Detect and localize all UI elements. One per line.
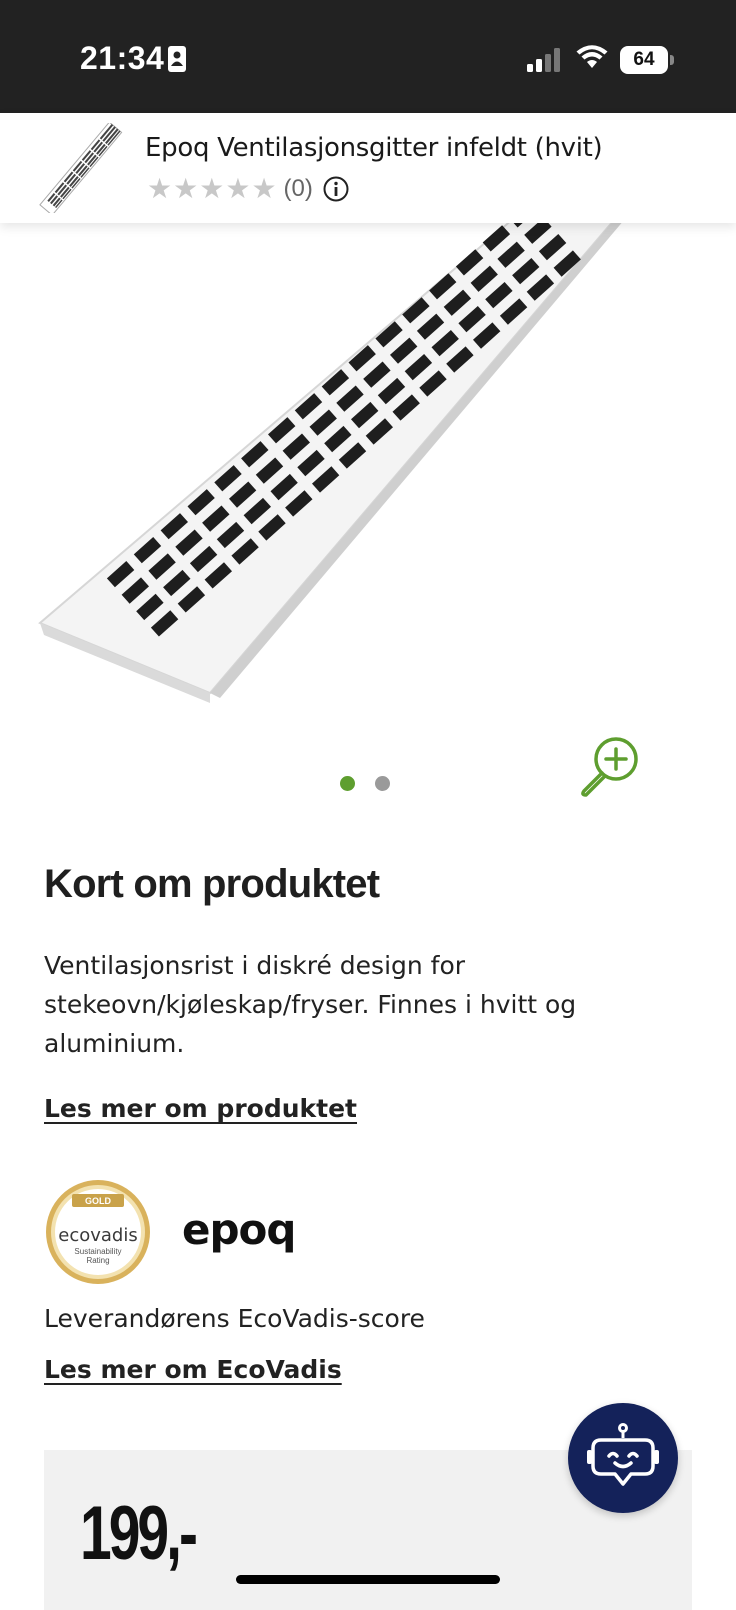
sticky-product-header: Epoq Ventilasjonsgitter infeldt (hvit) ★… bbox=[0, 113, 736, 223]
star-icon: ★ bbox=[251, 173, 277, 204]
status-bar: 21:34 64 bbox=[0, 0, 736, 113]
gallery-pagination bbox=[340, 776, 390, 791]
robot-icon bbox=[587, 1423, 659, 1486]
badge-sub1-text: Sustainability bbox=[74, 1247, 121, 1256]
signal-icon bbox=[527, 48, 560, 72]
contact-card-icon bbox=[168, 46, 186, 72]
battery-icon: 64 bbox=[620, 46, 668, 74]
star-icon: ★ bbox=[173, 173, 199, 204]
product-title: Epoq Ventilasjonsgitter infeldt (hvit) bbox=[145, 133, 603, 163]
status-time: 21:34 bbox=[80, 40, 165, 76]
price: 199,- bbox=[80, 1491, 198, 1576]
ecovadis-gold-badge[interactable]: GOLD ecovadis Sustainability Rating bbox=[44, 1178, 152, 1286]
zoom-in-icon[interactable] bbox=[578, 734, 642, 798]
home-indicator bbox=[236, 1575, 500, 1584]
info-icon[interactable] bbox=[323, 176, 349, 202]
pagination-dot-2[interactable] bbox=[375, 776, 390, 791]
wifi-icon bbox=[576, 45, 608, 68]
pagination-dot-1[interactable] bbox=[340, 776, 355, 791]
read-more-product-link[interactable]: Les mer om produktet bbox=[44, 1094, 357, 1123]
product-image[interactable] bbox=[0, 223, 736, 723]
star-icon: ★ bbox=[147, 173, 173, 204]
product-thumbnail[interactable] bbox=[32, 123, 128, 213]
section-title: Kort om produktet bbox=[44, 862, 380, 906]
product-description: Ventilasjonsrist i diskré design for ste… bbox=[44, 951, 577, 1058]
badge-sub2-text: Rating bbox=[86, 1256, 109, 1265]
rating-count: (0) bbox=[283, 175, 313, 202]
battery-level: 64 bbox=[633, 49, 655, 70]
chat-assistant-button[interactable] bbox=[568, 1403, 678, 1513]
badge-level-text: GOLD bbox=[85, 1196, 111, 1206]
battery-cap bbox=[670, 55, 674, 65]
rating-row[interactable]: ★ ★ ★ ★ ★ (0) bbox=[147, 175, 349, 203]
badge-brand-text: ecovadis bbox=[58, 1225, 137, 1246]
read-more-ecovadis-link[interactable]: Les mer om EcoVadis bbox=[44, 1355, 342, 1384]
epoq-logo: epoq bbox=[182, 1205, 296, 1254]
ecovadis-caption: Leverandørens EcoVadis-score bbox=[44, 1304, 425, 1333]
star-icon: ★ bbox=[199, 173, 225, 204]
star-icon: ★ bbox=[225, 173, 251, 204]
